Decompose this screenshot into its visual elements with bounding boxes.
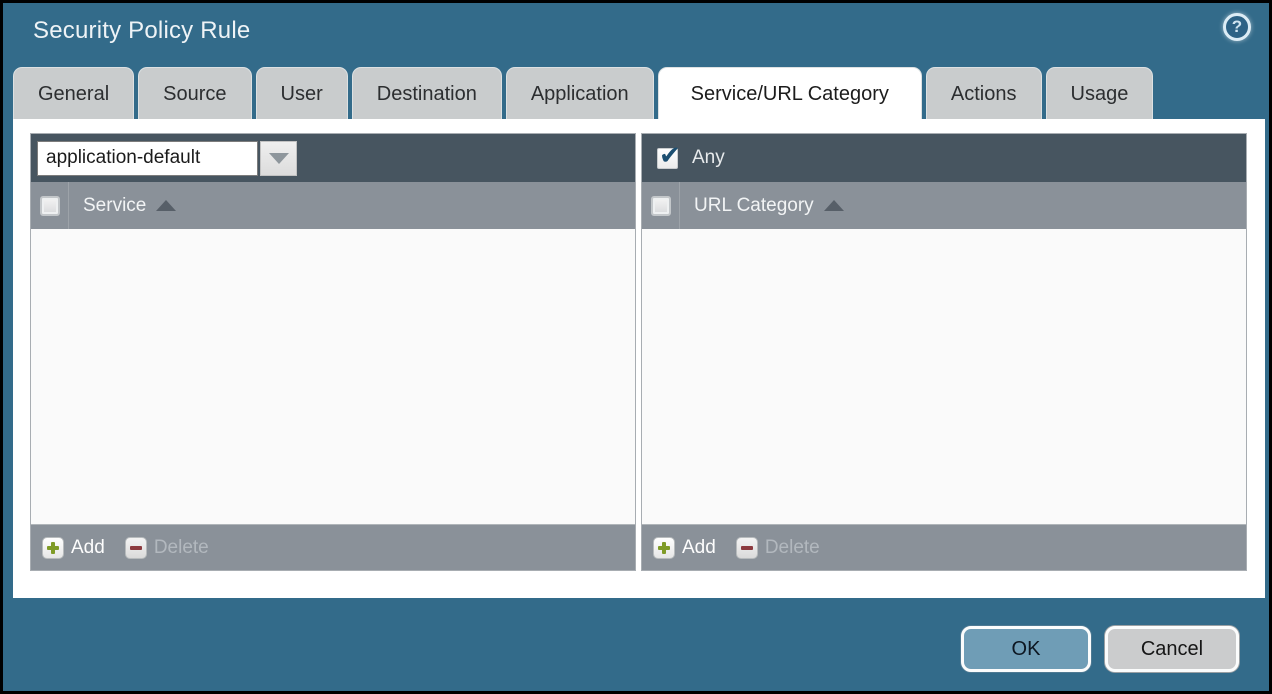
- url-category-select-all-checkbox[interactable]: [651, 196, 671, 216]
- delete-minus-icon: [736, 537, 758, 559]
- add-plus-icon: [653, 537, 675, 559]
- tab-service-url-category[interactable]: Service/URL Category: [658, 67, 922, 119]
- tab-user[interactable]: User: [256, 67, 348, 119]
- dialog-buttons: OK Cancel: [961, 626, 1239, 672]
- any-checkbox[interactable]: [657, 148, 678, 169]
- service-delete-button[interactable]: Delete: [125, 537, 209, 559]
- service-panel-footer: Add Delete: [31, 524, 635, 570]
- any-label: Any: [692, 147, 725, 169]
- service-column-label[interactable]: Service: [83, 195, 146, 217]
- url-category-delete-button[interactable]: Delete: [736, 537, 820, 559]
- url-category-list-body: [642, 229, 1246, 524]
- service-type-dropdown-input[interactable]: [37, 141, 258, 176]
- service-select-all-cell: [31, 182, 69, 229]
- tab-general[interactable]: General: [13, 67, 134, 119]
- ok-button[interactable]: OK: [961, 626, 1091, 672]
- title-bar: Security Policy Rule ?: [3, 3, 1269, 65]
- url-category-select-all-cell: [642, 182, 680, 229]
- cancel-button[interactable]: Cancel: [1105, 626, 1239, 672]
- url-category-panel: Any URL Category Add Delete: [641, 133, 1247, 571]
- dialog-window: Security Policy Rule ? General Source Us…: [3, 3, 1269, 691]
- tab-application[interactable]: Application: [506, 67, 654, 119]
- service-panel-toolbar: [31, 134, 635, 182]
- tab-destination[interactable]: Destination: [352, 67, 502, 119]
- url-category-add-button[interactable]: Add: [653, 537, 716, 559]
- tab-source[interactable]: Source: [138, 67, 251, 119]
- service-select-all-checkbox[interactable]: [40, 196, 60, 216]
- tab-bar: General Source User Destination Applicat…: [13, 67, 1153, 119]
- sort-ascending-icon[interactable]: [156, 200, 176, 211]
- delete-minus-icon: [125, 537, 147, 559]
- dialog-body: Service Add Delete Any: [13, 119, 1265, 598]
- service-column-header: Service: [31, 182, 635, 229]
- sort-ascending-icon[interactable]: [824, 200, 844, 211]
- service-list-body: [31, 229, 635, 524]
- url-category-column-label[interactable]: URL Category: [694, 195, 814, 217]
- tab-usage[interactable]: Usage: [1046, 67, 1154, 119]
- add-plus-icon: [42, 537, 64, 559]
- tab-actions[interactable]: Actions: [926, 67, 1042, 119]
- url-category-panel-toolbar: Any: [642, 134, 1246, 182]
- service-add-button[interactable]: Add: [42, 537, 105, 559]
- help-icon[interactable]: ?: [1223, 13, 1251, 41]
- url-category-panel-footer: Add Delete: [642, 524, 1246, 570]
- url-category-column-header: URL Category: [642, 182, 1246, 229]
- service-type-dropdown-button[interactable]: [260, 141, 297, 176]
- service-panel: Service Add Delete: [30, 133, 636, 571]
- page-title: Security Policy Rule: [33, 17, 250, 45]
- chevron-down-icon: [269, 153, 289, 164]
